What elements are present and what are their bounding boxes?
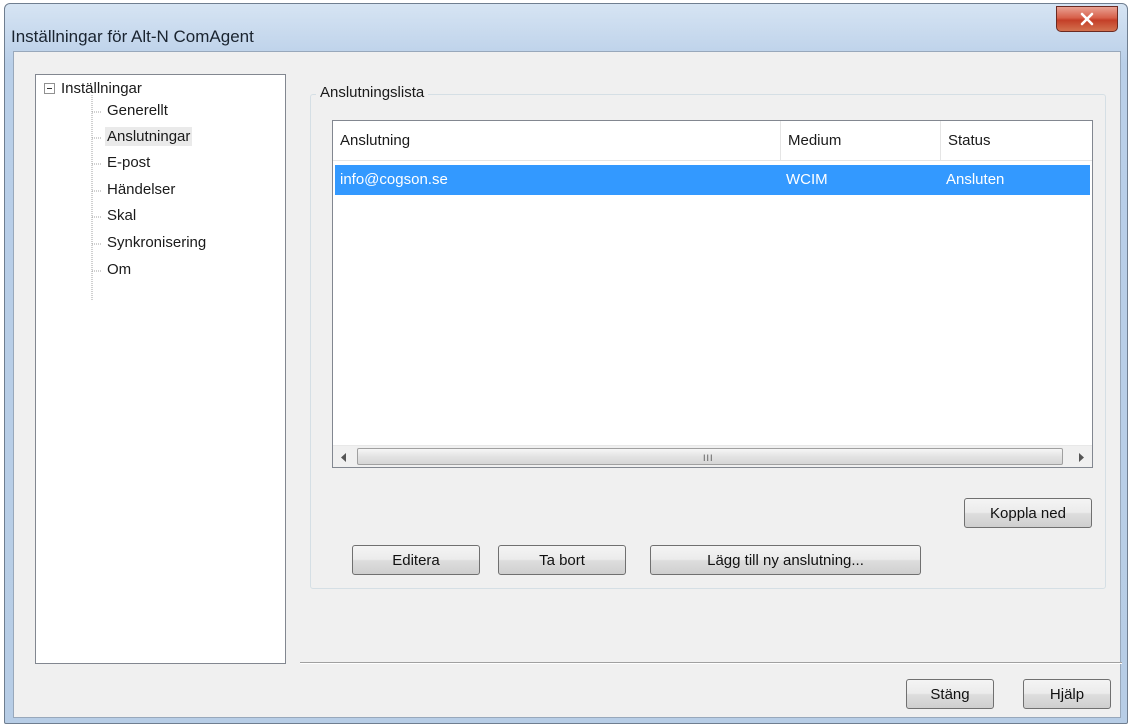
tree-item-label: Generellt [107, 102, 168, 119]
tree-item-label: Skal [107, 207, 137, 224]
edit-button[interactable]: Editera [352, 545, 480, 575]
arrow-right-icon [1079, 452, 1084, 462]
disconnect-button[interactable]: Koppla ned [964, 498, 1092, 528]
window-title: Inställningar för Alt-N ComAgent [11, 27, 254, 46]
horizontal-scrollbar[interactable]: III [333, 445, 1092, 467]
column-header-connection[interactable]: Anslutning [333, 121, 781, 161]
tree-item-synkronisering[interactable]: Synkronisering [105, 234, 208, 251]
dialog-client-area: Inställningar Generellt Anslutningar E-p… [13, 51, 1122, 718]
arrow-left-icon [341, 452, 346, 462]
settings-window: Inställningar för Alt-N ComAgent Inställ… [4, 3, 1128, 724]
column-header-medium[interactable]: Medium [781, 121, 941, 161]
collapse-minus-icon[interactable] [44, 83, 55, 94]
close-x-icon [1080, 12, 1094, 26]
tree-item-label: E-post [107, 154, 151, 171]
tree-connector-lines [67, 84, 102, 300]
footer-separator [300, 662, 1122, 664]
tree-root-label: Inställningar [61, 80, 142, 97]
tree-item-generellt[interactable]: Generellt [105, 102, 170, 119]
tree-item-om[interactable]: Om [105, 261, 133, 278]
window-close-button[interactable] [1056, 6, 1118, 32]
column-header-status[interactable]: Status [941, 121, 1092, 161]
cell-medium: WCIM [786, 171, 828, 188]
tree-item-label: Händelser [107, 181, 176, 198]
scrollbar-thumb[interactable]: III [357, 448, 1063, 465]
scroll-right-button[interactable] [1070, 446, 1092, 468]
table-row[interactable]: info@cogson.se WCIM Ansluten [335, 165, 1090, 195]
tree-item-label: Om [107, 261, 132, 278]
settings-tree[interactable]: Inställningar Generellt Anslutningar E-p… [35, 74, 286, 664]
tree-item-skal[interactable]: Skal [105, 207, 138, 224]
group-title: Anslutningslista [316, 84, 429, 101]
remove-button[interactable]: Ta bort [498, 545, 626, 575]
tree-item-label: Anslutningar [105, 127, 193, 146]
tree-item-label: Synkronisering [107, 234, 207, 251]
tree-item-anslutningar[interactable]: Anslutningar [105, 127, 193, 146]
connection-list[interactable]: Anslutning Medium Status info@cogson.se … [332, 120, 1093, 468]
tree-item-e-post[interactable]: E-post [105, 154, 152, 171]
help-button[interactable]: Hjälp [1023, 679, 1111, 709]
add-connection-button[interactable]: Lägg till ny anslutning... [650, 545, 921, 575]
tree-root-node[interactable]: Inställningar [44, 79, 144, 98]
tree-item-handelser[interactable]: Händelser [105, 181, 177, 198]
cell-connection: info@cogson.se [340, 171, 448, 188]
cell-status: Ansluten [946, 171, 1005, 188]
close-button[interactable]: Stäng [906, 679, 994, 709]
scroll-left-button[interactable] [333, 446, 355, 468]
list-header: Anslutning Medium Status [333, 121, 1092, 161]
scroll-grip-icon: III [703, 453, 714, 463]
